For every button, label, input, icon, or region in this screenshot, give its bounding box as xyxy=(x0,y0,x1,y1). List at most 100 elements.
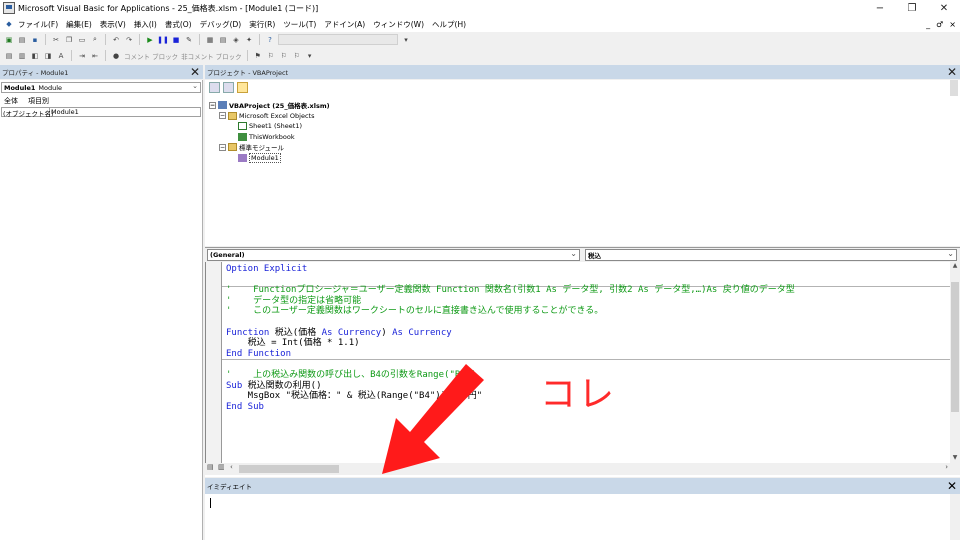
excel-icon[interactable]: ▣ xyxy=(4,35,14,45)
run-icon[interactable]: ▶ xyxy=(145,35,155,45)
tab-categorized[interactable]: 項目別 xyxy=(26,96,51,106)
quick-info-icon[interactable]: ◧ xyxy=(30,51,40,61)
scroll-up-icon[interactable]: ▲ xyxy=(950,262,960,271)
mdi-close-button[interactable]: × xyxy=(949,20,956,29)
code-line[interactable]: End Sub xyxy=(226,402,795,413)
menu-debug[interactable]: デバッグ(D) xyxy=(196,19,246,30)
view-code-icon[interactable] xyxy=(209,82,220,93)
code-line[interactable] xyxy=(226,359,795,370)
design-mode-icon[interactable]: ✎ xyxy=(184,35,194,45)
toolbox-icon[interactable]: ✦ xyxy=(244,35,254,45)
tree-item-sheet1[interactable]: Sheet1 (Sheet1) xyxy=(209,121,330,132)
immediate-window[interactable] xyxy=(205,494,960,540)
indent-icon[interactable]: ⇥ xyxy=(77,51,87,61)
help-icon[interactable]: ? xyxy=(265,35,275,45)
menu-tools[interactable]: ツール(T) xyxy=(279,19,320,30)
tree-item-standard-modules[interactable]: − 標準モジュール xyxy=(209,142,330,153)
immediate-close-icon[interactable]: ✕ xyxy=(946,480,958,492)
collapse-icon[interactable]: − xyxy=(219,112,226,120)
menu-addins[interactable]: アドイン(A) xyxy=(320,19,369,30)
scroll-right-icon[interactable]: › xyxy=(945,463,948,471)
code-text[interactable]: Option Explicit ' Functionプロシージャ＝ユーザー定義関… xyxy=(226,264,795,412)
code-vertical-scrollbar[interactable]: ▲ ▼ xyxy=(950,262,960,463)
menu-window[interactable]: ウィンドウ(W) xyxy=(369,19,428,30)
property-row-name[interactable]: (オブジェクト名) Module1 xyxy=(1,107,201,118)
code-line[interactable]: Function 税込(価格 As Currency) As Currency xyxy=(226,328,795,339)
code-editor[interactable]: Option Explicit ' Functionプロシージャ＝ユーザー定義関… xyxy=(205,262,950,463)
reset-icon[interactable]: ■ xyxy=(171,35,181,45)
code-line[interactable]: Option Explicit xyxy=(226,264,795,275)
procedure-view-icon[interactable]: ▤ xyxy=(207,463,214,471)
code-horizontal-scrollbar[interactable]: ▤ ▥ ‹ › xyxy=(205,463,960,475)
minimize-button[interactable]: − xyxy=(864,0,896,16)
uncomment-block-button[interactable]: 非コメント ブロック xyxy=(181,51,242,61)
tree-item-thisworkbook[interactable]: ThisWorkbook xyxy=(209,132,330,143)
toolbar-options-icon[interactable]: ▾ xyxy=(401,35,411,45)
project-scrollbar[interactable] xyxy=(950,80,958,96)
excel-view-icon[interactable]: ◆ xyxy=(4,19,14,29)
list-properties-icon[interactable]: ▤ xyxy=(4,51,14,61)
collapse-icon[interactable]: − xyxy=(209,101,216,109)
scroll-thumb[interactable] xyxy=(239,465,339,473)
scroll-left-icon[interactable]: ‹ xyxy=(230,463,233,471)
breakpoint-icon[interactable]: ● xyxy=(111,51,121,61)
margin-indicator-bar[interactable] xyxy=(206,262,222,463)
object-combo[interactable]: (General) ⌄ xyxy=(207,249,580,261)
properties-close-icon[interactable]: ✕ xyxy=(189,66,201,78)
toolbar-options-icon[interactable]: ▾ xyxy=(305,51,315,61)
undo-icon[interactable]: ↶ xyxy=(111,35,121,45)
find-icon[interactable]: ⌕ xyxy=(90,35,100,45)
code-line[interactable]: ' このユーザー定義関数はワークシートのセルに直接書き込んで使用することができる… xyxy=(226,306,795,317)
code-line[interactable] xyxy=(226,317,795,328)
outdent-icon[interactable]: ⇤ xyxy=(90,51,100,61)
tab-alphabetic[interactable]: 全体 xyxy=(2,96,20,106)
project-explorer-icon[interactable]: ▦ xyxy=(205,35,215,45)
mdi-restore-button[interactable]: ♂ xyxy=(936,20,943,29)
tree-item-vbaproject[interactable]: − VBAProject (25_価格表.xlsm) xyxy=(209,100,330,111)
prev-bookmark-icon[interactable]: ⚐ xyxy=(279,51,289,61)
code-line[interactable] xyxy=(226,275,795,286)
collapse-icon[interactable]: − xyxy=(219,143,226,151)
scroll-down-icon[interactable]: ▼ xyxy=(950,454,960,463)
code-line[interactable]: Sub 税込関数の利用() xyxy=(226,381,795,392)
save-icon[interactable]: ▪ xyxy=(30,35,40,45)
list-constants-icon[interactable]: ▥ xyxy=(17,51,27,61)
break-icon[interactable]: ❚❚ xyxy=(157,35,169,45)
scroll-thumb[interactable] xyxy=(951,282,959,412)
code-line[interactable]: ' Functionプロシージャ＝ユーザー定義関数 Function 関数名(引… xyxy=(226,285,795,296)
tree-item-excel-objects[interactable]: − Microsoft Excel Objects xyxy=(209,111,330,122)
comment-block-button[interactable]: コメント ブロック xyxy=(124,51,178,61)
code-line[interactable]: MsgBox "税込価格：" & 税込(Range("B4")) & "円" xyxy=(226,391,795,402)
menu-edit[interactable]: 編集(E) xyxy=(62,19,96,30)
toggle-bookmark-icon[interactable]: ⚑ xyxy=(253,51,263,61)
code-line[interactable]: ' データ型の指定は省略可能 xyxy=(226,296,795,307)
paste-icon[interactable]: ▭ xyxy=(77,35,87,45)
menu-file[interactable]: ファイル(F) xyxy=(14,19,62,30)
object-browser-icon[interactable]: ◈ xyxy=(231,35,241,45)
full-module-view-icon[interactable]: ▥ xyxy=(218,463,225,471)
menu-help[interactable]: ヘルプ(H) xyxy=(428,19,470,30)
restore-button[interactable]: ❐ xyxy=(896,0,928,16)
property-value[interactable]: Module1 xyxy=(50,108,79,116)
menu-format[interactable]: 書式(O) xyxy=(161,19,196,30)
immediate-scrollbar[interactable] xyxy=(950,494,960,540)
mdi-minimize-button[interactable]: _ xyxy=(926,20,930,29)
next-bookmark-icon[interactable]: ⚐ xyxy=(266,51,276,61)
code-line[interactable]: 税込 = Int(価格 * 1.1) xyxy=(226,338,795,349)
parameter-info-icon[interactable]: ◨ xyxy=(43,51,53,61)
menu-view[interactable]: 表示(V) xyxy=(96,19,130,30)
tree-item-module1[interactable]: Module1 xyxy=(209,152,330,164)
properties-object-combo[interactable]: Module1 Module ⌄ xyxy=(1,82,201,93)
view-object-icon[interactable] xyxy=(223,82,234,93)
procedure-combo[interactable]: 税込 ⌄ xyxy=(585,249,957,261)
clear-bookmarks-icon[interactable]: ⚐ xyxy=(292,51,302,61)
toggle-folders-icon[interactable] xyxy=(237,82,248,93)
project-close-icon[interactable]: ✕ xyxy=(946,66,958,78)
copy-icon[interactable]: ❐ xyxy=(64,35,74,45)
close-button[interactable]: ✕ xyxy=(928,0,960,16)
insert-module-icon[interactable]: ▤ xyxy=(17,35,27,45)
menu-insert[interactable]: 挿入(I) xyxy=(130,19,161,30)
complete-word-icon[interactable]: A xyxy=(56,51,66,61)
cut-icon[interactable]: ✂ xyxy=(51,35,61,45)
code-line[interactable]: End Function xyxy=(226,349,795,360)
